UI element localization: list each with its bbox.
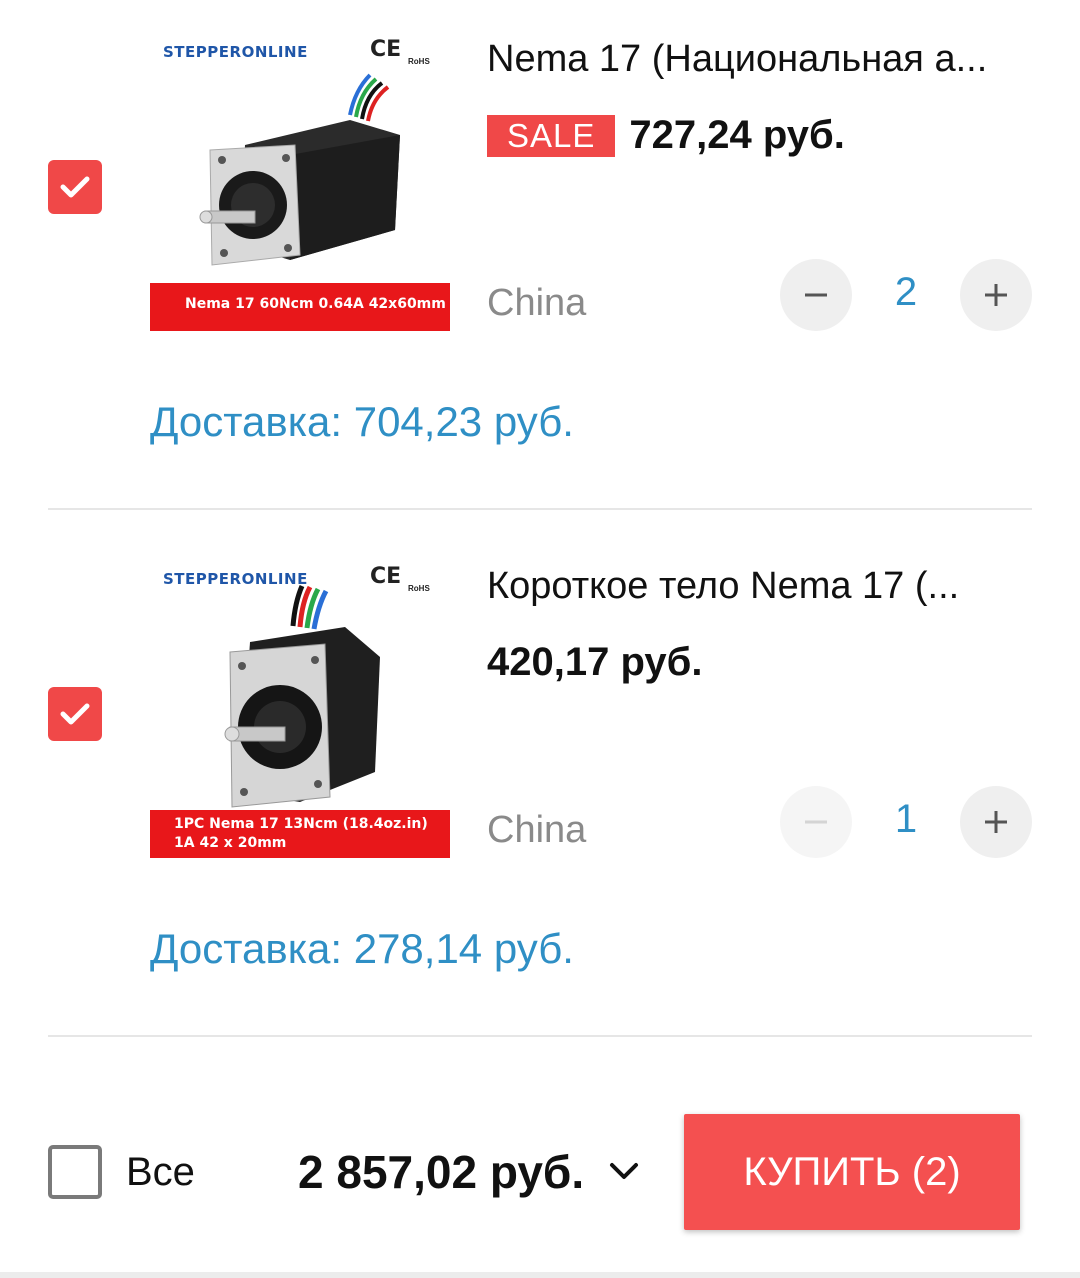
image-spec-banner: Nema 17 60Ncm 0.64A 42x60mm (150, 283, 450, 331)
product-image[interactable]: STEPPERONLINE CE RoHS Nema 17 60Ncm 0.64… (150, 35, 450, 331)
cart-item: STEPPERONLINE CE RoHS 1PC Nema 17 13Ncm … (0, 527, 1080, 1054)
sale-badge: SALE (487, 114, 616, 157)
image-spec-text: Nema 17 60Ncm 0.64A 42x60mm (185, 296, 446, 312)
minus-icon (805, 293, 827, 297)
divider (48, 1035, 1032, 1037)
quantity-value: 1 (894, 797, 918, 841)
image-spec-text: 1A 42 x 20mm (174, 835, 287, 851)
cart-total: 2 857,02 руб. (298, 1146, 585, 1198)
quantity-decrease-button[interactable] (780, 786, 852, 858)
ship-from-country: China (487, 282, 587, 324)
checkmark-icon (60, 176, 90, 198)
minus-icon (805, 820, 827, 824)
rohs-mark: RoHS (408, 57, 430, 66)
chevron-down-icon (610, 1163, 638, 1179)
item-select-checkbox[interactable] (48, 687, 102, 741)
quantity-increase-button[interactable] (960, 259, 1032, 331)
plus-icon (985, 811, 1007, 833)
shipping-cost: Доставка: 278,14 руб. (150, 925, 574, 972)
rohs-mark: RoHS (408, 584, 430, 593)
item-price: 727,24 руб. (629, 113, 845, 157)
brand-logo: STEPPERONLINE (163, 570, 308, 588)
quantity-increase-button[interactable] (960, 786, 1032, 858)
image-spec-banner: 1PC Nema 17 13Ncm (18.4oz.in) 1A 42 x 20… (150, 810, 450, 858)
ship-from-country: China (487, 809, 587, 851)
item-select-checkbox[interactable] (48, 160, 102, 214)
total-breakdown-toggle[interactable] (606, 1156, 642, 1191)
buy-button[interactable]: КУПИТЬ (2) (684, 1114, 1020, 1230)
item-price: 420,17 руб. (487, 640, 703, 684)
shipping-cost: Доставка: 704,23 руб. (150, 398, 574, 445)
select-all-label: Все (126, 1150, 195, 1194)
product-image[interactable]: STEPPERONLINE CE RoHS 1PC Nema 17 13Ncm … (150, 562, 450, 858)
price-row: SALE 727,24 руб. (487, 113, 845, 158)
plus-icon (985, 284, 1007, 306)
product-title[interactable]: Nema 17 (Национальная а... (487, 38, 1037, 81)
ce-mark: CE (370, 564, 402, 589)
price-row: 420,17 руб. (487, 640, 702, 685)
ce-mark: CE (370, 37, 402, 62)
select-all-checkbox[interactable] (48, 1145, 102, 1199)
divider (48, 508, 1032, 510)
checkmark-icon (60, 703, 90, 725)
quantity-decrease-button[interactable] (780, 259, 852, 331)
image-spec-text: 1PC Nema 17 13Ncm (18.4oz.in) (174, 816, 428, 832)
brand-logo: STEPPERONLINE (163, 43, 308, 61)
cart-item: STEPPERONLINE CE RoHS Nema 17 60Ncm 0.64… (0, 0, 1080, 527)
bottom-edge-shade (0, 1272, 1080, 1278)
quantity-value: 2 (894, 270, 918, 314)
product-title[interactable]: Короткое тело Nema 17 (... (487, 565, 1037, 608)
